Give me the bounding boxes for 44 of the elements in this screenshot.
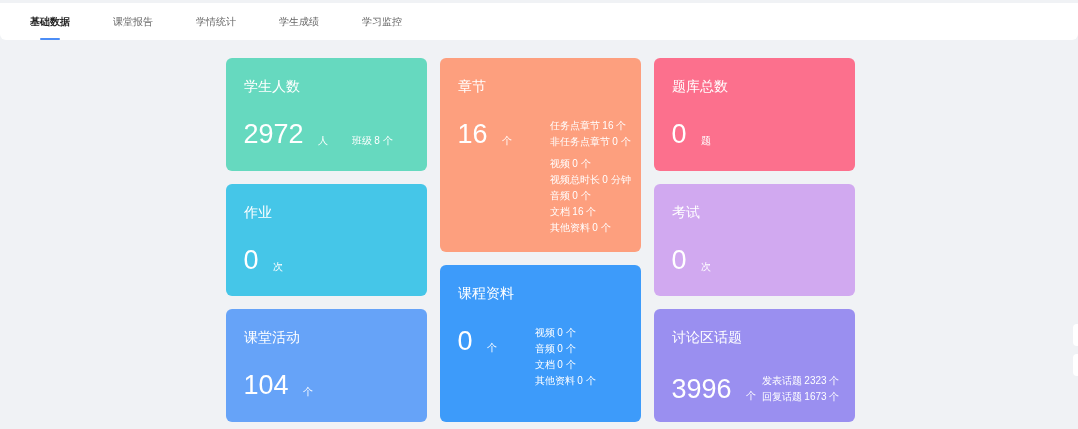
stat-note: 班级 8 个 [351,134,393,148]
stat-value: 0 [671,243,687,276]
stat-unit: 次 [272,259,283,274]
detail-text: 文档 0 个 [534,358,577,372]
detail-text: 视频 0 个 [549,157,592,171]
card-title: 章节 [457,77,487,96]
card-title: 讨论区话题 [671,328,743,348]
detail-text: 视频总时长 0 分钟 [549,173,631,187]
stat-unit: 个 [302,385,313,400]
stat-value: 0 [243,243,259,276]
tab[interactable]: 课堂报告 [113,3,153,40]
stat-value: 16 [457,118,488,150]
card-title: 课程资料 [457,284,515,303]
stat-unit: 个 [745,389,756,404]
card-title: 题库总数 [671,77,729,96]
stat-value: 104 [243,369,289,402]
stat-value: 0 [457,325,473,357]
detail-text: 回复话题 1673 个 [761,390,840,405]
detail-text: 视频 0 个 [534,326,577,340]
stat-unit: 个 [486,341,497,355]
detail-text: 非任务点章节 0 个 [549,135,631,149]
detail-text: 任务点章节 16 个 [549,119,628,133]
detail-text: 音频 0 个 [534,342,577,356]
tab[interactable]: 学情统计 [196,3,236,40]
detail-text: 发表话题 2323 个 [761,374,840,389]
detail-text: 其他资料 0 个 [549,221,612,235]
stat-unit: 个 [501,134,512,148]
detail-text: 其他资料 0 个 [534,374,596,388]
card-title: 考试 [671,202,701,222]
detail-text: 音频 0 个 [549,189,592,203]
stat-value: 0 [671,118,687,150]
card-title: 作业 [243,202,273,222]
stat-unit: 次 [700,259,711,274]
tab[interactable]: 学生成绩 [279,3,319,40]
stat-value: 2972 [243,118,304,150]
tab[interactable]: 学习监控 [362,3,402,40]
stat-unit: 题 [700,134,711,148]
tab[interactable]: 基础数据 [30,3,70,40]
stat-unit: 人 [317,134,328,148]
stat-value: 3996 [671,373,732,406]
tab-indicator [40,38,60,40]
detail-text: 文档 16 个 [549,205,598,219]
card-title: 学生人数 [243,77,301,96]
card-title: 课堂活动 [243,328,301,348]
